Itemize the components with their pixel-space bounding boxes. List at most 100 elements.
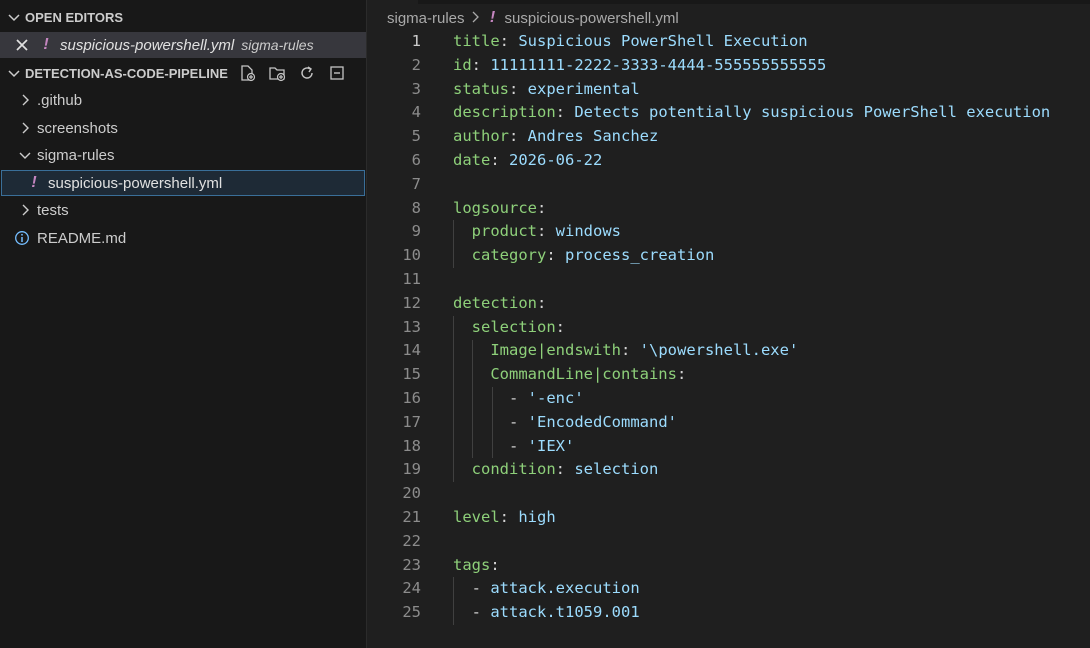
yaml-value: windows xyxy=(555,222,621,241)
collapse-all-icon[interactable] xyxy=(328,64,346,82)
line-number: 6 xyxy=(411,150,421,169)
code-text: product: windows xyxy=(453,220,621,244)
line-number: 9 xyxy=(411,222,421,241)
code-line[interactable]: 15 CommandLine|contains: xyxy=(368,363,1090,387)
code-area[interactable]: 1 title: Suspicious PowerShell Execution … xyxy=(368,30,1090,625)
tree-folder-screenshots[interactable]: screenshots xyxy=(0,115,366,141)
yaml-file-icon: ! xyxy=(43,36,49,53)
tree-item-label: README.md xyxy=(37,229,127,247)
chevron-down-icon xyxy=(17,147,33,163)
line-number: 16 xyxy=(402,388,421,407)
code-text: - 'EncodedCommand' xyxy=(453,411,677,435)
code-line[interactable]: 24 - attack.execution xyxy=(368,577,1090,601)
code-line[interactable]: 8 logsource: xyxy=(368,197,1090,221)
code-editor[interactable]: sigma-rules ! suspicious-powershell.yml … xyxy=(368,0,1090,648)
tree-item-label: suspicious-powershell.yml xyxy=(48,174,223,192)
tree-item-label: tests xyxy=(37,201,69,219)
tree-folder-sigma-rules[interactable]: sigma-rules xyxy=(0,142,366,168)
yaml-key: detection xyxy=(453,293,537,312)
open-editor-folder: sigma-rules xyxy=(241,37,314,53)
new-folder-icon[interactable] xyxy=(268,64,286,82)
close-icon[interactable] xyxy=(14,37,30,53)
yaml-value: attack.t1059.001 xyxy=(490,603,640,622)
code-line[interactable]: 16 - '-enc' xyxy=(368,387,1090,411)
yaml-punctuation: - xyxy=(509,388,528,407)
breadcrumb-file[interactable]: suspicious-powershell.yml xyxy=(505,10,679,27)
code-line[interactable]: 14 Image|endswith: '\powershell.exe' xyxy=(368,339,1090,363)
code-line[interactable]: 13 selection: xyxy=(368,316,1090,340)
yaml-punctuation: : xyxy=(490,150,509,169)
open-editor-item[interactable]: ! suspicious-powershell.yml sigma-rules xyxy=(0,32,366,58)
breadcrumb-folder[interactable]: sigma-rules xyxy=(387,10,465,27)
explorer-sidebar: OPEN EDITORS ! suspicious-powershell.yml… xyxy=(0,0,367,648)
yaml-punctuation: : xyxy=(620,341,640,360)
chevron-down-icon xyxy=(6,65,22,81)
code-line[interactable]: 5 author: Andres Sanchez xyxy=(368,125,1090,149)
code-text: tags: xyxy=(453,554,500,578)
code-line[interactable]: 2 id: 11111111-2222-3333-4444-55555555555… xyxy=(368,54,1090,78)
open-editors-header[interactable]: OPEN EDITORS xyxy=(0,6,366,28)
line-number: 25 xyxy=(402,603,421,622)
code-line[interactable]: 22 xyxy=(368,530,1090,554)
code-text: - '-enc' xyxy=(453,387,584,411)
yaml-key: status xyxy=(453,79,509,98)
new-file-icon[interactable] xyxy=(238,64,256,82)
code-line[interactable]: 23 tags: xyxy=(368,554,1090,578)
code-line[interactable]: 9 product: windows xyxy=(368,220,1090,244)
code-line[interactable]: 19 condition: selection xyxy=(368,458,1090,482)
yaml-punctuation: : xyxy=(676,365,687,384)
chevron-right-icon xyxy=(471,10,481,27)
yaml-value: Suspicious PowerShell Execution xyxy=(518,32,808,50)
code-line[interactable]: 3 status: experimental xyxy=(368,78,1090,102)
yaml-key: condition xyxy=(471,460,556,479)
code-text: - 'IEX' xyxy=(453,435,574,459)
tree-folder-github[interactable]: .github xyxy=(0,87,366,113)
info-icon xyxy=(14,230,30,246)
yaml-value: Detects potentially suspicious PowerShel… xyxy=(574,103,1051,122)
yaml-key: tags xyxy=(453,555,491,574)
line-number: 12 xyxy=(402,293,421,312)
tree-item-label: sigma-rules xyxy=(37,146,115,164)
yaml-value: 'IEX' xyxy=(527,436,575,455)
code-line[interactable]: 21 level: high xyxy=(368,506,1090,530)
code-text: date: 2026-06-22 xyxy=(453,149,602,173)
code-line[interactable]: 25 - attack.t1059.001 xyxy=(368,601,1090,625)
chevron-right-icon xyxy=(17,120,33,136)
code-line[interactable]: 20 xyxy=(368,482,1090,506)
yaml-punctuation: : xyxy=(509,127,528,146)
code-text: description: Detects potentially suspici… xyxy=(453,101,1050,125)
yaml-punctuation: - xyxy=(471,579,491,598)
code-line[interactable]: 12 detection: xyxy=(368,292,1090,316)
code-line[interactable]: 1 title: Suspicious PowerShell Execution xyxy=(368,30,1090,54)
code-text: CommandLine|contains: xyxy=(453,363,686,387)
code-line[interactable]: 11 xyxy=(368,268,1090,292)
yaml-value: 'EncodedCommand' xyxy=(527,412,677,431)
line-number: 21 xyxy=(402,507,421,526)
code-line[interactable]: 6 date: 2026-06-22 xyxy=(368,149,1090,173)
yaml-value: attack.execution xyxy=(490,579,640,598)
yaml-punctuation: : xyxy=(555,317,566,336)
code-text: Image|endswith: '\powershell.exe' xyxy=(453,339,798,363)
code-text: author: Andres Sanchez xyxy=(453,125,658,149)
chevron-right-icon xyxy=(17,92,33,108)
code-line[interactable]: 10 category: process_creation xyxy=(368,244,1090,268)
tree-file-suspicious-powershell[interactable]: ! suspicious-powershell.yml xyxy=(1,170,365,196)
tree-file-readme[interactable]: README.md xyxy=(0,225,366,251)
code-text: selection: xyxy=(453,316,565,340)
code-line[interactable]: 17 - 'EncodedCommand' xyxy=(368,411,1090,435)
code-line[interactable]: 4 description: Detects potentially suspic… xyxy=(368,101,1090,125)
yaml-punctuation: : xyxy=(555,103,575,122)
yaml-value: 11111111-2222-3333-4444-555555555555 xyxy=(490,55,827,74)
yaml-punctuation: : xyxy=(537,198,547,217)
project-header[interactable]: DETECTION-AS-CODE-PIPELINE xyxy=(0,62,366,84)
code-line[interactable]: 7 xyxy=(368,173,1090,197)
line-number: 20 xyxy=(402,484,421,503)
yaml-value: '-enc' xyxy=(527,388,584,407)
yaml-key: date xyxy=(453,150,491,169)
tree-folder-tests[interactable]: tests xyxy=(0,197,366,223)
line-number: 17 xyxy=(402,412,421,431)
code-line[interactable]: 18 - 'IEX' xyxy=(368,435,1090,459)
yaml-punctuation: - xyxy=(509,436,528,455)
yaml-punctuation: : xyxy=(471,55,491,74)
refresh-icon[interactable] xyxy=(298,64,316,82)
